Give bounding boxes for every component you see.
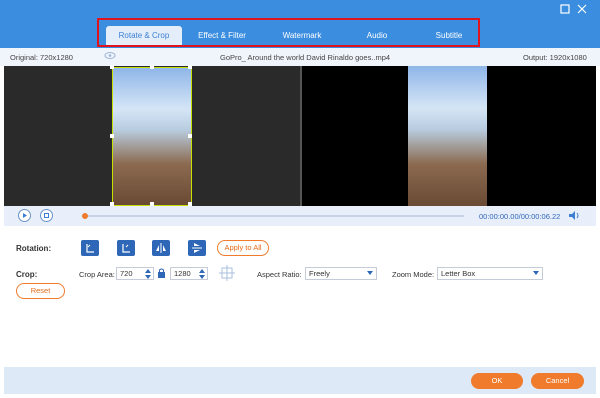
height-spinner-icon[interactable] xyxy=(199,269,205,279)
volume-icon[interactable] xyxy=(568,210,580,223)
play-button[interactable] xyxy=(18,209,31,222)
crop-height-value: 1280 xyxy=(174,269,191,278)
crop-handle[interactable] xyxy=(110,134,114,138)
tab-effect-filter[interactable]: Effect & Filter xyxy=(187,26,257,45)
tab-watermark[interactable]: Watermark xyxy=(267,26,337,45)
crop-handle[interactable] xyxy=(188,65,192,69)
flip-horizontal-button[interactable] xyxy=(152,240,170,256)
flip-vertical-button[interactable] xyxy=(188,240,206,256)
aspect-ratio-value: Freely xyxy=(309,269,330,278)
apply-to-all-button[interactable]: Apply to All xyxy=(217,240,269,256)
crop-area-label: Crop Area: xyxy=(79,270,115,279)
preview-divider xyxy=(300,66,302,206)
close-icon[interactable] xyxy=(577,4,589,16)
info-bar: Original: 720x1280 GoPro_ Around the wor… xyxy=(0,48,600,66)
rotate-left-button[interactable] xyxy=(81,240,99,256)
rotate-left-icon xyxy=(84,244,96,256)
lock-ratio-icon[interactable] xyxy=(157,268,166,280)
crop-handle[interactable] xyxy=(150,65,154,69)
rotate-right-button[interactable] xyxy=(117,240,135,256)
cancel-button[interactable]: Cancel xyxy=(531,373,584,389)
output-video-frame xyxy=(408,66,487,206)
crop-box[interactable] xyxy=(110,65,192,206)
crop-width-value: 720 xyxy=(120,269,133,278)
maximize-icon[interactable] xyxy=(560,4,572,16)
ok-button[interactable]: OK xyxy=(471,373,523,389)
tab-rotate-crop[interactable]: Rotate & Crop xyxy=(106,26,182,45)
rotation-label: Rotation: xyxy=(16,244,52,253)
center-crop-icon[interactable] xyxy=(218,264,236,284)
stop-button[interactable] xyxy=(40,209,53,222)
playback-bar: 00:00:00.00/00:00:06.22 xyxy=(4,206,596,226)
zoom-mode-select[interactable]: Letter Box xyxy=(437,267,543,280)
title-bar: Rotate & Crop Effect & Filter Watermark … xyxy=(0,0,600,48)
output-preview xyxy=(322,66,596,206)
crop-handle[interactable] xyxy=(188,134,192,138)
zoom-mode-label: Zoom Mode: xyxy=(392,270,435,279)
tab-subtitle[interactable]: Subtitle xyxy=(419,26,479,45)
file-name: GoPro_ Around the world David Rinaldo go… xyxy=(220,53,391,62)
footer-bar: OK Cancel xyxy=(4,367,596,394)
output-resolution: Output: 1920x1080 xyxy=(523,53,587,62)
timeline-knob[interactable] xyxy=(82,213,88,219)
time-display: 00:00:00.00/00:00:06.22 xyxy=(479,212,561,221)
preview-area xyxy=(4,65,596,206)
source-preview xyxy=(4,65,300,206)
original-resolution: Original: 720x1280 xyxy=(10,53,73,62)
flip-vertical-icon xyxy=(191,243,203,256)
flip-horizontal-icon xyxy=(155,243,167,256)
timeline-track[interactable] xyxy=(82,213,464,219)
tab-audio[interactable]: Audio xyxy=(347,26,407,45)
crop-handle[interactable] xyxy=(110,65,114,69)
zoom-mode-value: Letter Box xyxy=(441,269,476,278)
reset-button[interactable]: Reset xyxy=(16,283,65,299)
width-spinner-icon[interactable] xyxy=(145,269,151,279)
aspect-ratio-select[interactable]: Freely xyxy=(305,267,377,280)
tab-strip: Rotate & Crop Effect & Filter Watermark … xyxy=(97,18,480,47)
crop-width-input[interactable]: 720 xyxy=(116,267,154,280)
eye-icon[interactable] xyxy=(104,51,116,62)
aspect-ratio-label: Aspect Ratio: xyxy=(257,270,302,279)
crop-label: Crop: xyxy=(16,270,38,279)
chevron-down-icon xyxy=(367,271,373,275)
chevron-down-icon xyxy=(533,271,539,275)
rotate-right-icon xyxy=(120,244,132,256)
crop-height-input[interactable]: 1280 xyxy=(170,267,208,280)
